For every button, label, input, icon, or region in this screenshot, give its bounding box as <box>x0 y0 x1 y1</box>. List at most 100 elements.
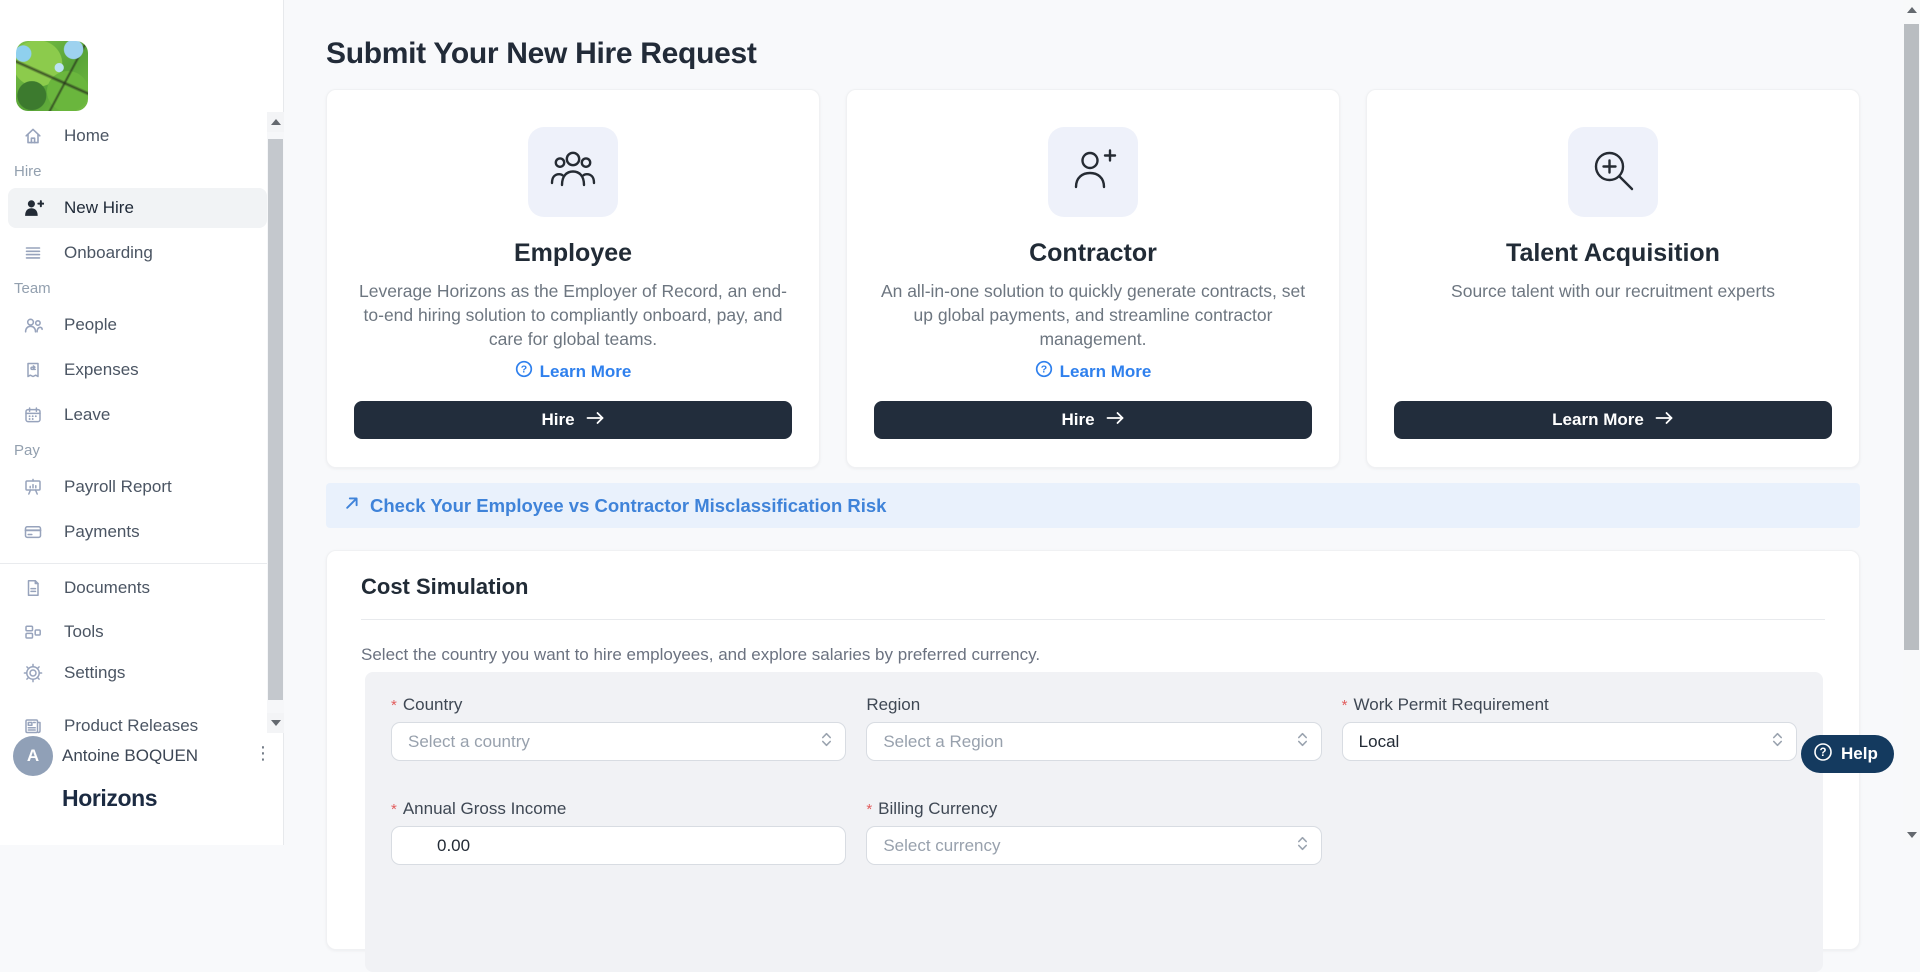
talent-card-icon-box <box>1568 127 1658 217</box>
learn-more-label: Learn More <box>540 362 632 382</box>
risk-icon <box>343 494 361 517</box>
sidebar: Home Hire New Hire Onboarding Team Peopl… <box>0 0 284 845</box>
employee-learn-more-link[interactable]: ? Learn More <box>515 360 632 383</box>
cost-simulation-description: Select the country you want to hire empl… <box>361 645 1040 665</box>
select-chevron-icon <box>820 730 833 753</box>
misclassification-risk-band: Check Your Employee vs Contractor Miscla… <box>326 483 1860 528</box>
sidebar-item-label: Documents <box>64 578 150 598</box>
home-icon <box>22 125 44 147</box>
sidebar-item-onboarding[interactable]: Onboarding <box>0 233 267 273</box>
work-permit-label: * Work Permit Requirement <box>1342 695 1797 715</box>
svg-text:?: ? <box>1819 746 1826 758</box>
button-label: Hire <box>541 410 574 430</box>
sidebar-scrollbar-thumb[interactable] <box>268 139 283 700</box>
cost-simulation-title: Cost Simulation <box>361 574 528 600</box>
work-permit-value: Local <box>1359 732 1400 752</box>
horizons-wordmark: Horizons <box>62 785 157 812</box>
annual-gross-income-label: * Annual Gross Income <box>391 799 846 819</box>
new-hire-icon <box>22 197 44 219</box>
select-chevron-icon <box>1771 730 1784 753</box>
talent-learn-more-button[interactable]: Learn More <box>1394 401 1832 439</box>
sidebar-item-payroll-report[interactable]: Payroll Report <box>0 467 267 507</box>
sidebar-item-label: Leave <box>64 405 110 425</box>
cost-simulation-form: * Country Select a country Region Select… <box>365 672 1823 972</box>
product-releases-icon <box>22 715 44 737</box>
payroll-report-icon <box>22 476 44 498</box>
panel-divider <box>361 619 1825 620</box>
employee-card-icon-box <box>528 127 618 217</box>
scroll-up-icon[interactable] <box>1903 0 1920 20</box>
billing-currency-select[interactable]: Select currency <box>866 826 1321 865</box>
svg-text:?: ? <box>1040 363 1046 375</box>
sidebar-item-label: Home <box>64 126 109 146</box>
sidebar-item-home[interactable]: Home <box>0 116 267 156</box>
card-title: Employee <box>327 239 819 268</box>
card-description: An all-in-one solution to quickly genera… <box>875 279 1311 351</box>
sidebar-section-pay: Pay <box>14 439 40 463</box>
sidebar-item-new-hire[interactable]: New Hire <box>8 188 267 228</box>
region-placeholder: Select a Region <box>883 732 1003 752</box>
sidebar-section-hire: Hire <box>14 160 42 184</box>
hire-option-cards: Employee Leverage Horizons as the Employ… <box>326 89 1860 468</box>
button-label: Hire <box>1061 410 1094 430</box>
scroll-up-icon[interactable] <box>267 112 284 132</box>
region-select[interactable]: Select a Region <box>866 722 1321 761</box>
contractor-card: Contractor An all-in-one solution to qui… <box>846 89 1340 468</box>
page-scrollbar-thumb[interactable] <box>1904 24 1919 650</box>
sidebar-item-label: Product Releases <box>64 716 198 736</box>
page-scrollbar <box>1903 0 1920 845</box>
annual-gross-income-field: * Annual Gross Income <box>391 799 846 865</box>
card-title: Talent Acquisition <box>1367 239 1859 268</box>
onboarding-icon <box>22 242 44 264</box>
sidebar-item-documents[interactable]: Documents <box>0 568 267 608</box>
card-description: Source talent with our recruitment exper… <box>1395 279 1831 303</box>
billing-currency-label: * Billing Currency <box>866 799 1321 819</box>
card-description: Leverage Horizons as the Employer of Rec… <box>355 279 791 351</box>
scroll-down-icon[interactable] <box>1903 825 1920 845</box>
tools-icon <box>22 621 44 643</box>
required-marker: * <box>1342 697 1348 714</box>
talent-acquisition-card: Talent Acquisition Source talent with ou… <box>1366 89 1860 468</box>
help-icon: ? <box>1813 742 1833 767</box>
kebab-icon[interactable]: ⋮ <box>254 743 272 764</box>
required-marker: * <box>391 801 397 818</box>
documents-icon <box>22 577 44 599</box>
sidebar-item-label: Settings <box>64 663 125 683</box>
country-select[interactable]: Select a country <box>391 722 846 761</box>
country-label: * Country <box>391 695 846 715</box>
talent-card-icon <box>1589 146 1637 199</box>
sidebar-item-label: Payroll Report <box>64 477 172 497</box>
employee-card-icon <box>549 146 597 199</box>
button-arrow-icon <box>1106 410 1125 430</box>
annual-gross-income-input[interactable] <box>391 826 846 865</box>
work-permit-select[interactable]: Local <box>1342 722 1797 761</box>
sidebar-item-tools[interactable]: Tools <box>0 612 267 652</box>
help-button[interactable]: ? Help <box>1801 735 1894 773</box>
people-icon <box>22 314 44 336</box>
user-name: Antoine BOQUEN <box>62 746 198 766</box>
region-label: Region <box>866 695 1321 715</box>
employee-hire-button[interactable]: Hire <box>354 401 792 439</box>
sidebar-scrollbar <box>267 112 284 733</box>
sidebar-item-label: Tools <box>64 622 104 642</box>
misclassification-risk-link[interactable]: Check Your Employee vs Contractor Miscla… <box>343 494 886 517</box>
select-chevron-icon <box>1296 730 1309 753</box>
sidebar-item-payments[interactable]: Payments <box>0 512 267 552</box>
sidebar-item-leave[interactable]: Leave <box>0 395 267 435</box>
avatar-initial: A <box>27 746 39 766</box>
select-chevron-icon <box>1296 834 1309 857</box>
sidebar-section-team: Team <box>14 277 51 301</box>
sidebar-item-expenses[interactable]: Expenses <box>0 350 267 390</box>
contractor-learn-more-link[interactable]: ? Learn More <box>1035 360 1152 383</box>
employee-card: Employee Leverage Horizons as the Employ… <box>326 89 820 468</box>
learn-more-icon: ? <box>1035 360 1053 383</box>
sidebar-item-settings[interactable]: Settings <box>0 653 267 693</box>
company-logo <box>16 41 88 111</box>
scroll-down-icon[interactable] <box>267 713 284 733</box>
button-arrow-icon <box>586 410 605 430</box>
contractor-hire-button[interactable]: Hire <box>874 401 1312 439</box>
work-permit-field: * Work Permit Requirement Local <box>1342 695 1797 761</box>
country-placeholder: Select a country <box>408 732 530 752</box>
contractor-card-icon <box>1069 146 1117 199</box>
sidebar-item-people[interactable]: People <box>0 305 267 345</box>
